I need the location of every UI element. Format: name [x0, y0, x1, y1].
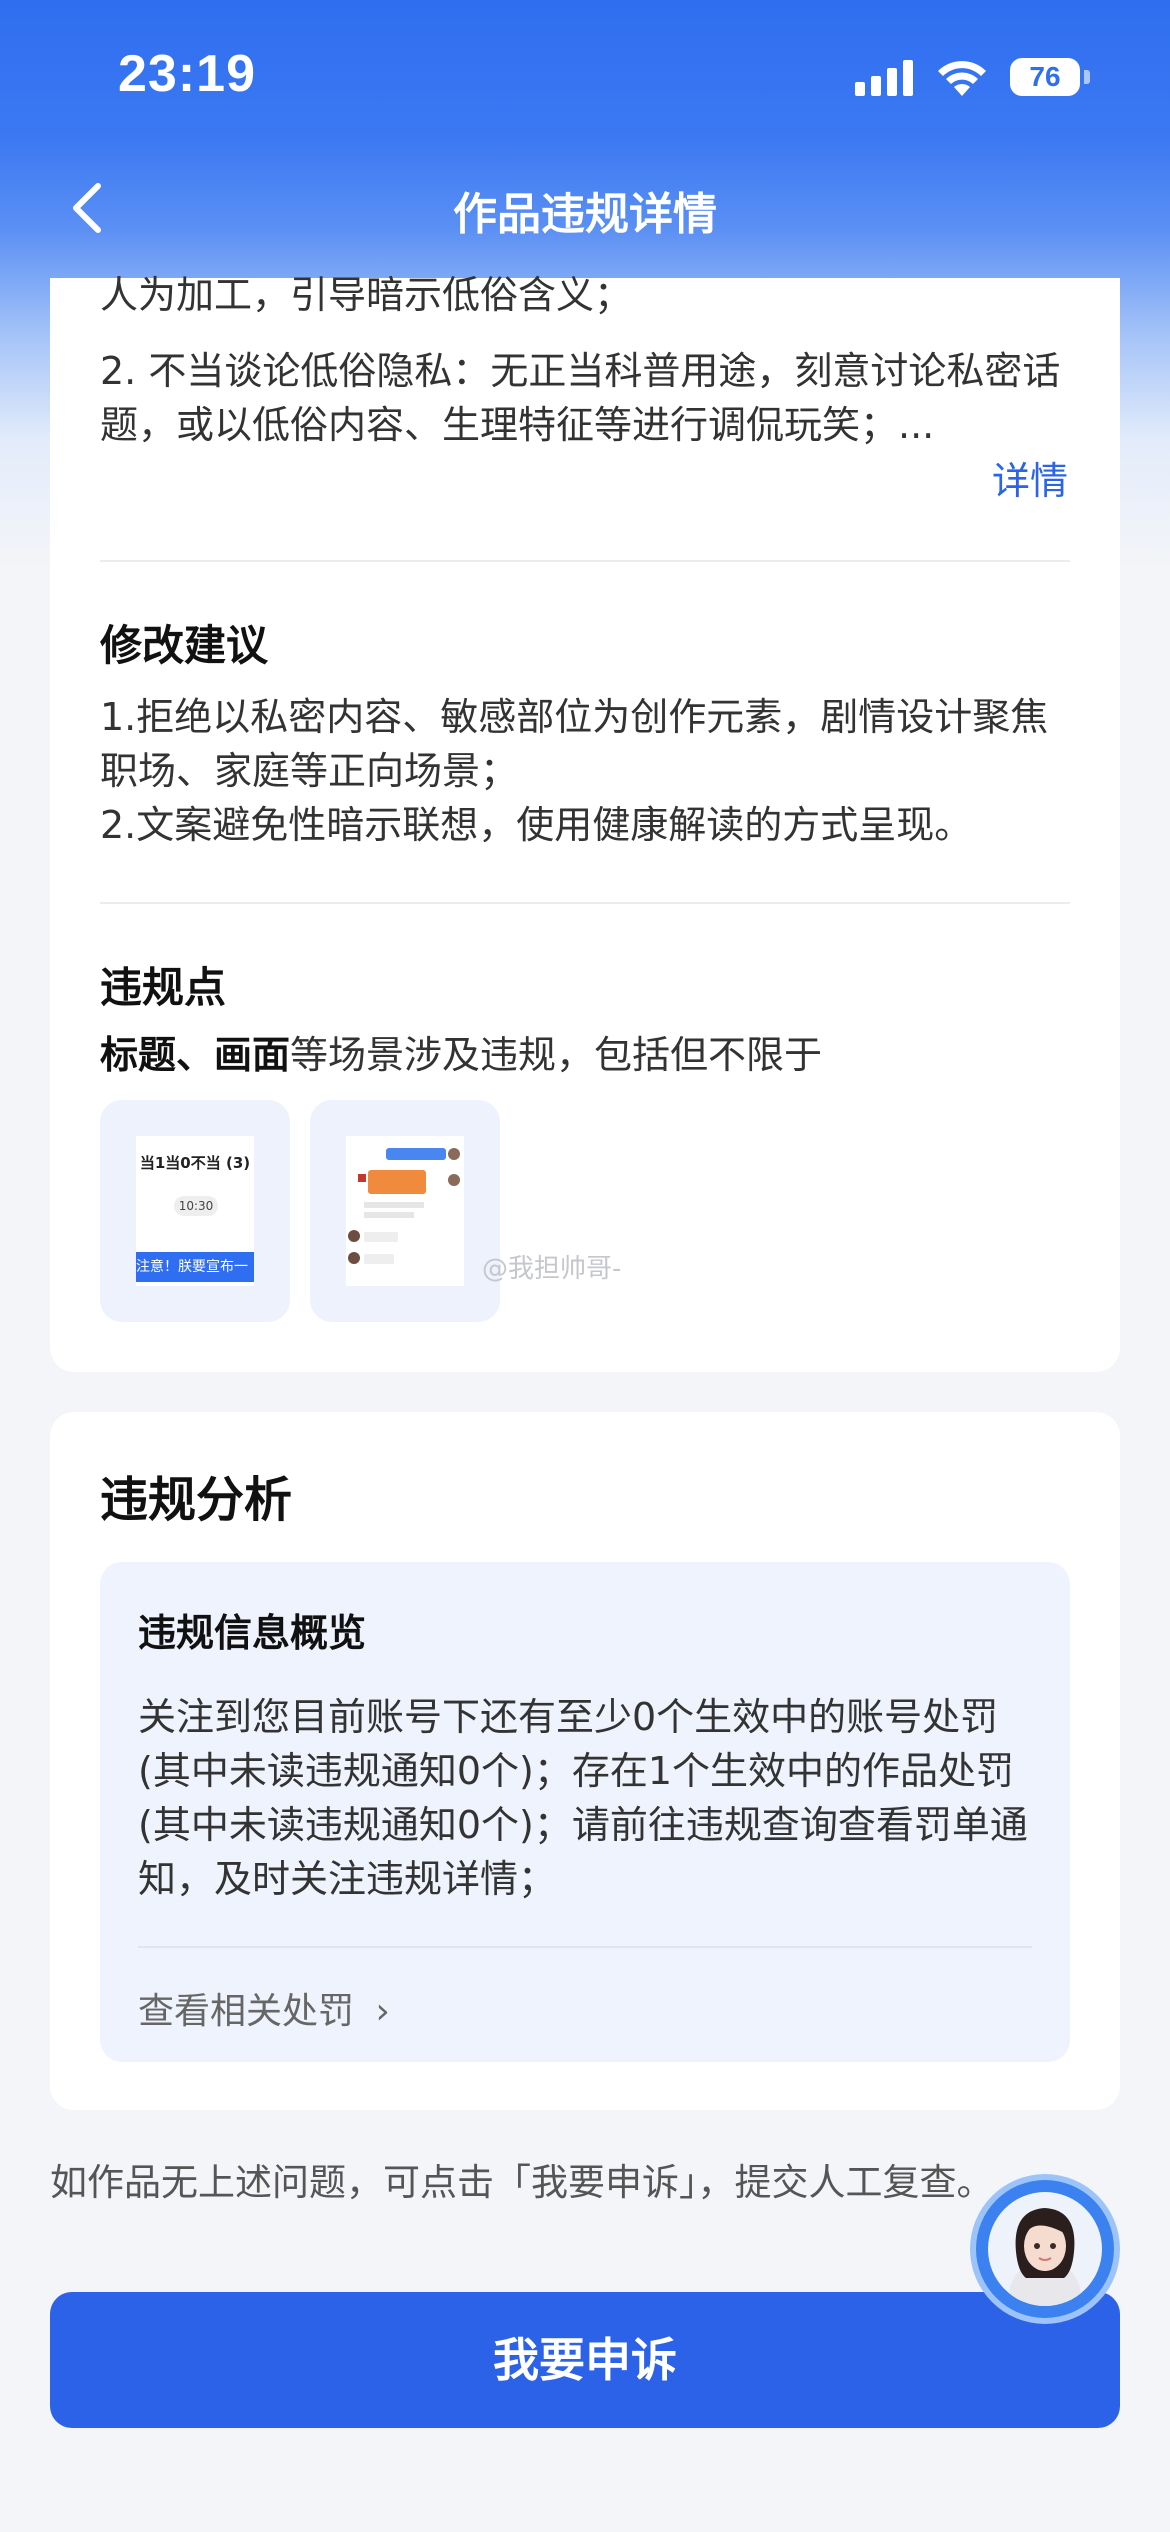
suggestion-title: 修改建议: [100, 621, 269, 670]
violation-thumbnail-2[interactable]: [310, 1100, 500, 1322]
avatar-icon: [1008, 2208, 1082, 2306]
violation-points-title: 违规点: [100, 963, 227, 1012]
thumbnail-banner: 注意！朕要宣布一: [136, 1252, 254, 1282]
view-penalties-label: 查看相关处罚: [138, 1991, 355, 2032]
assistant-avatar: [988, 2192, 1102, 2306]
violation-detail-card: 人为加工，引导暗示低俗含义； 2. 不当谈论低俗隐私：无正当科普用途，刻意讨论私…: [50, 273, 1120, 1372]
suggestion-text-1: 1.拒绝以私密内容、敏感部位为创作元素，剧情设计聚焦职场、家庭等正向场景；: [100, 695, 1049, 793]
violation-reason-item-2: 2. 不当谈论低俗隐私：无正当科普用途，刻意讨论私密话题，或以低俗内容、生理特征…: [100, 349, 1061, 447]
analysis-title: 违规分析: [100, 1472, 293, 1528]
violation-points-desc: 标题、画面等场景涉及违规，包括但不限于: [100, 1028, 1070, 1082]
status-time: 23:19: [118, 45, 256, 103]
divider: [100, 560, 1070, 562]
divider: [100, 902, 1070, 904]
thumbnail-time: 10:30: [174, 1196, 218, 1216]
violation-analysis-card: 违规分析 违规信息概览 关注到您目前账号下还有至少0个生效中的账号处罚(其中未读…: [50, 1412, 1120, 2110]
chevron-right-icon: ›: [375, 1991, 390, 2032]
appeal-note: 如作品无上述问题，可点击「我要申诉」，提交人工复查。: [50, 2161, 994, 2204]
overview-title: 违规信息概览: [138, 1611, 367, 1655]
detail-link[interactable]: 详情: [992, 450, 1068, 505]
view-penalties-link[interactable]: 查看相关处罚 ›: [138, 1982, 390, 2034]
suggestion-text-2: 2.文案避免性暗示联想，使用健康解读的方式呈现。: [100, 803, 973, 847]
overview-box: 违规信息概览 关注到您目前账号下还有至少0个生效中的账号处罚(其中未读违规通知0…: [100, 1562, 1070, 2062]
thumbnail-screen: 当1当0不当 (3) 10:30 注意！朕要宣布一: [136, 1136, 254, 1286]
wifi-icon: [938, 61, 986, 96]
violation-points-rest: 等场景涉及违规，包括但不限于: [290, 1033, 823, 1077]
overview-text: 关注到您目前账号下还有至少0个生效中的账号处罚(其中未读违规通知0个)；存在1个…: [138, 1695, 1028, 1901]
thumbnail-title-text: 当1当0不当 (3): [139, 1154, 251, 1172]
divider: [138, 1946, 1032, 1948]
appeal-button[interactable]: 我要申诉: [50, 2292, 1120, 2428]
cellular-signal-icon: [855, 60, 915, 96]
page-title: 作品违规详情: [453, 189, 717, 240]
violation-thumbnail-1[interactable]: 当1当0不当 (3) 10:30 注意！朕要宣布一: [100, 1100, 290, 1322]
status-bar: 23:19 76: [0, 0, 1170, 150]
violation-reason-top-line: 人为加工，引导暗示低俗含义；: [100, 273, 633, 317]
weibo-watermark: @我担帅哥-: [482, 1254, 622, 1284]
battery-tip: [1084, 70, 1090, 84]
assistant-avatar-button[interactable]: [976, 2180, 1114, 2318]
battery-indicator: 76: [1010, 58, 1080, 96]
chat-screenshot-image: [346, 1136, 464, 1286]
violation-points-highlight: 标题、画面: [100, 1033, 291, 1077]
